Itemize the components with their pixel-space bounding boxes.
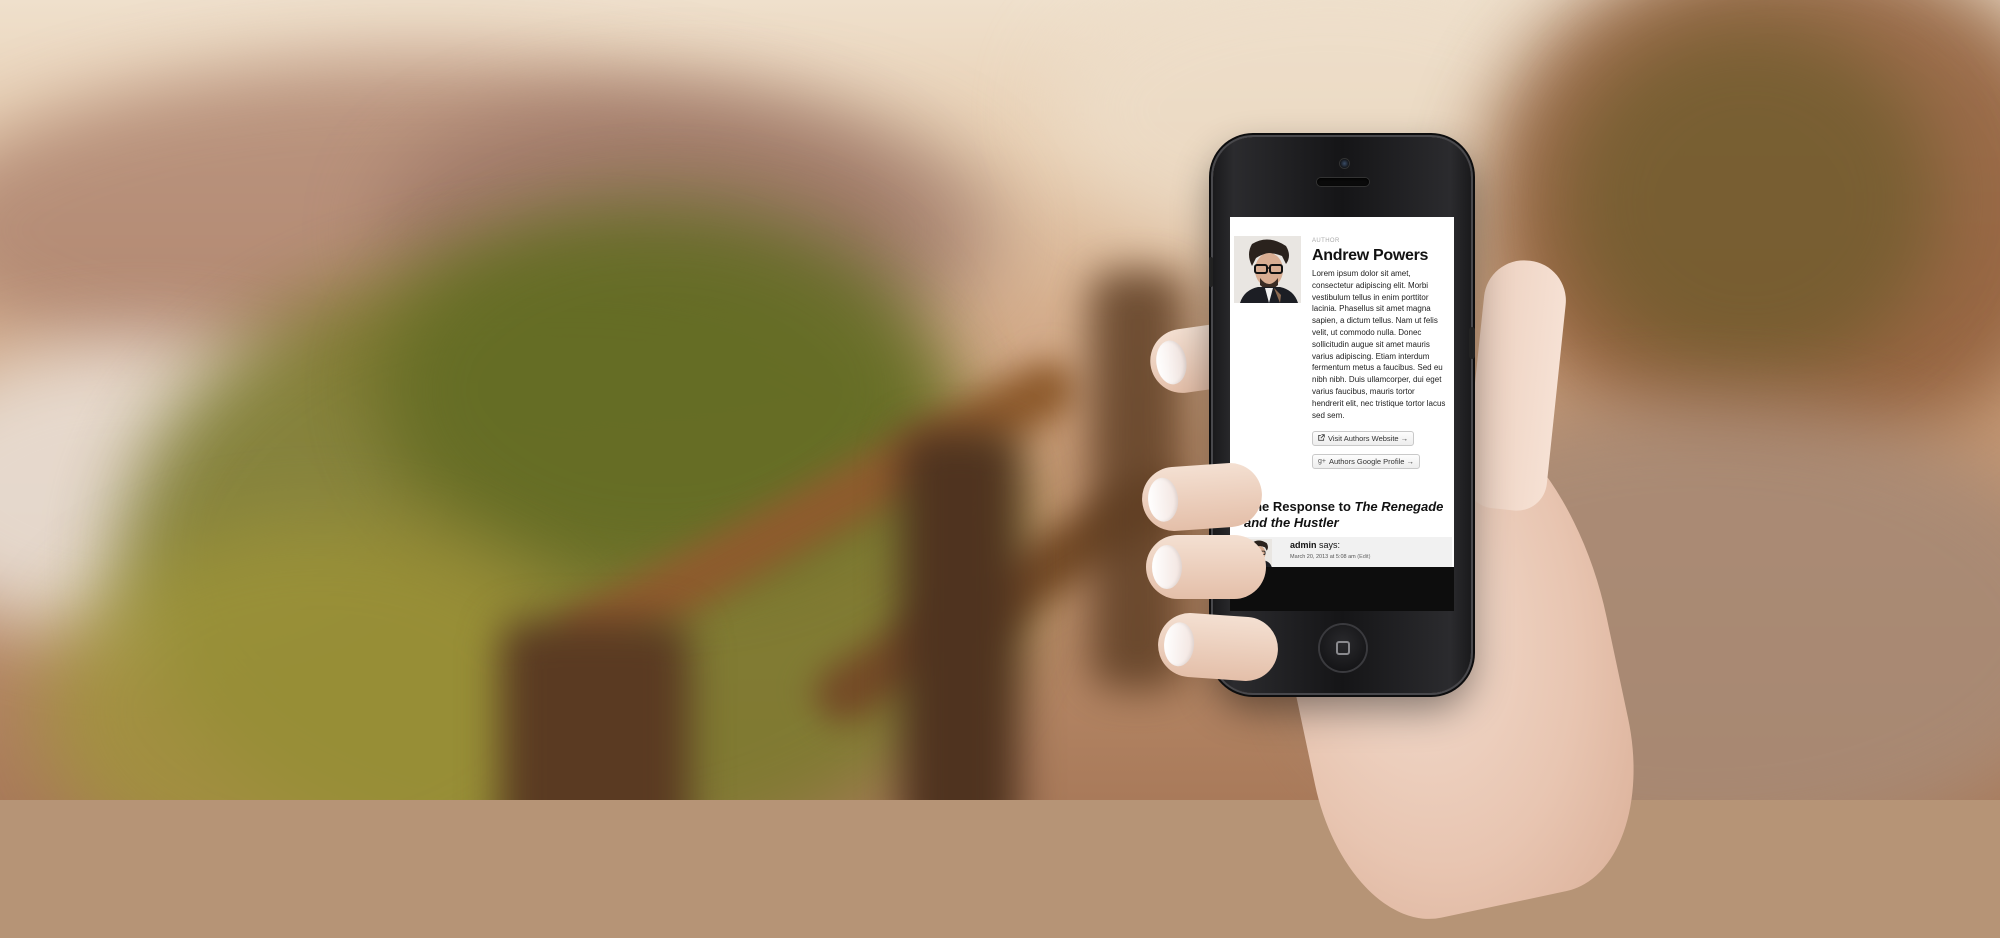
home-button	[1320, 625, 1366, 671]
comment-author-photo	[1246, 539, 1272, 567]
author-label: AUTHOR	[1312, 238, 1340, 244]
fence-post	[900, 430, 1020, 800]
author-avatar	[1234, 236, 1301, 303]
screen-bottom	[1230, 567, 1454, 611]
fingernail	[1153, 338, 1190, 387]
comment-author-name[interactable]: admin	[1290, 540, 1317, 550]
external-link-icon	[1318, 434, 1325, 443]
home-square-icon	[1336, 641, 1350, 655]
visit-website-label: Visit Authors Website →	[1328, 434, 1409, 443]
fence-post	[500, 620, 690, 800]
author-name[interactable]: Andrew Powers	[1312, 247, 1428, 265]
comment-edit-link[interactable]: (Edit)	[1357, 554, 1370, 560]
side-switch	[1469, 327, 1475, 359]
webpage: AUTHOR Andrew Powers Lorem ipsum dolor s…	[1230, 217, 1454, 567]
comment-avatar	[1246, 539, 1272, 567]
comments-title: One Response to The Renegade and the Hus…	[1244, 499, 1452, 531]
author-photo	[1234, 236, 1301, 303]
comment-date: March 20, 2013 at 5:08 am (Edit)	[1290, 554, 1370, 560]
volume-button	[1209, 257, 1213, 287]
google-profile-button[interactable]: g+ Authors Google Profile →	[1312, 454, 1421, 469]
comment-item	[1242, 537, 1452, 567]
visit-website-button[interactable]: Visit Authors Website →	[1312, 431, 1415, 446]
comment-date-link[interactable]: March 20, 2013 at 5:08 am	[1290, 554, 1356, 560]
comment-author: admin says:	[1290, 540, 1340, 550]
front-camera	[1340, 159, 1349, 168]
phone-screen: AUTHOR Andrew Powers Lorem ipsum dolor s…	[1230, 217, 1454, 611]
comment-says: says:	[1316, 540, 1341, 550]
thumb	[1462, 256, 1570, 514]
author-bio: Lorem ipsum dolor sit amet, consectetur …	[1312, 269, 1446, 420]
comments-icon	[1232, 505, 1240, 512]
blurred-background-photo	[0, 0, 2000, 800]
google-plus-icon: g+	[1318, 458, 1326, 465]
smartphone: AUTHOR Andrew Powers Lorem ipsum dolor s…	[1209, 137, 1475, 693]
google-profile-label: Authors Google Profile →	[1328, 457, 1415, 466]
comments-title-prefix: One Response to	[1244, 499, 1355, 514]
earpiece-speaker	[1317, 178, 1369, 186]
